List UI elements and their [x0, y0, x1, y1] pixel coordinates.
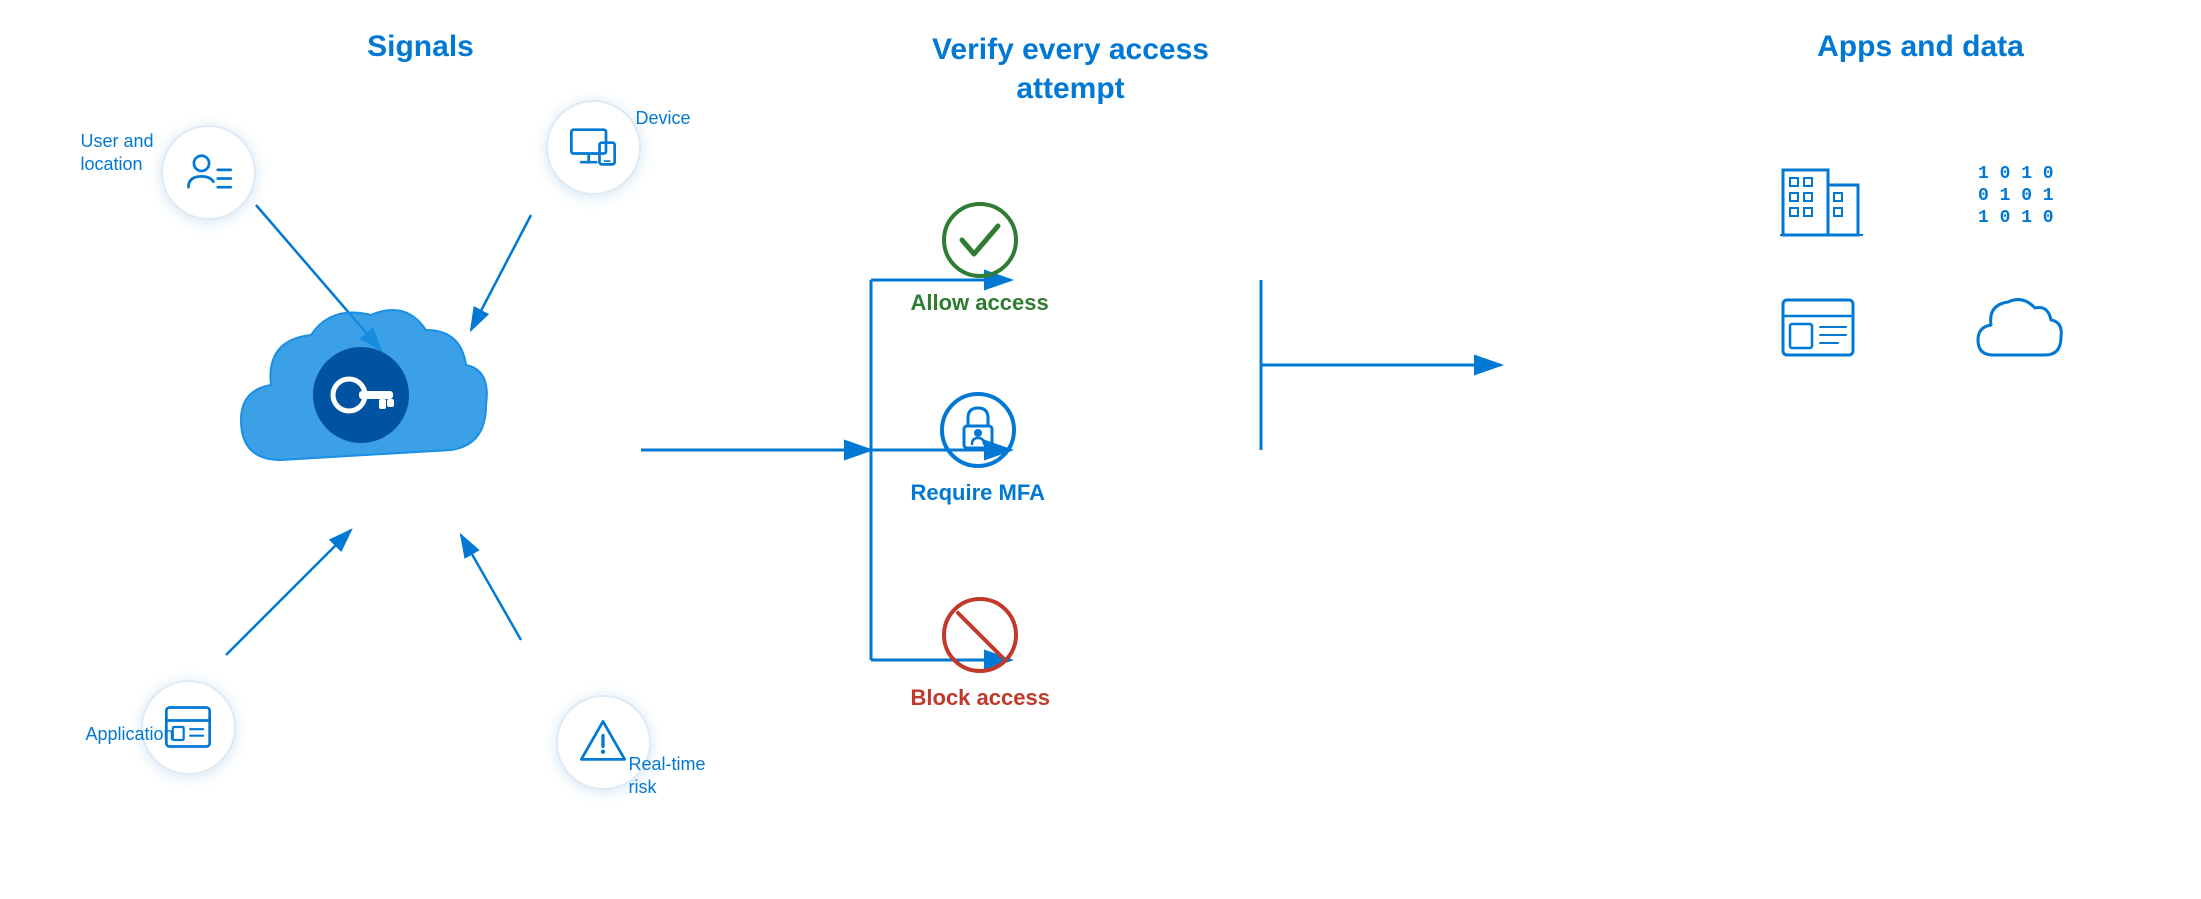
- require-mfa-label: Require MFA: [911, 480, 1045, 506]
- cloud-icon: [221, 290, 501, 500]
- device-icon: [546, 100, 641, 195]
- block-access-outcome: Block access: [911, 595, 1050, 711]
- device-label: Device: [635, 108, 690, 129]
- app-window-icon: [1778, 290, 1868, 380]
- verify-section: Verify every access attempt Allow access…: [831, 20, 1311, 880]
- verify-title: Verify every access attempt: [831, 30, 1311, 108]
- signals-section: Signals: [81, 20, 761, 880]
- application-label: Application: [86, 724, 174, 745]
- svg-text:0 1 0 1 0 1: 0 1 0 1 0 1: [1978, 186, 2063, 206]
- require-mfa-outcome: Require MFA: [911, 390, 1045, 506]
- apps-section: Apps and data: [1721, 20, 2121, 880]
- diagram-wrapper: Signals: [51, 20, 2151, 880]
- apps-grid: 1 0 1 0 1 0 0 1 0 1 0 1 1 0 1 0 1 0: [1741, 150, 2101, 380]
- allow-access-outcome: Allow access: [911, 200, 1049, 316]
- user-location-label: User and location: [81, 130, 154, 177]
- block-access-label: Block access: [911, 685, 1050, 711]
- apps-title: Apps and data: [1721, 30, 2121, 64]
- user-location-icon: [161, 125, 256, 220]
- allow-access-label: Allow access: [911, 290, 1049, 316]
- building-icon: [1778, 150, 1868, 240]
- data-icon: 1 0 1 0 1 0 0 1 0 1 0 1 1 0 1 0 1 0: [1973, 150, 2063, 240]
- cloud-apps-icon: [1973, 290, 2063, 380]
- svg-text:1 0 1 0 1 0: 1 0 1 0 1 0: [1978, 164, 2063, 184]
- signals-title: Signals: [81, 30, 761, 64]
- risk-label: Real-time risk: [628, 753, 705, 800]
- svg-text:1 0 1 0 1 0: 1 0 1 0 1 0: [1978, 208, 2063, 228]
